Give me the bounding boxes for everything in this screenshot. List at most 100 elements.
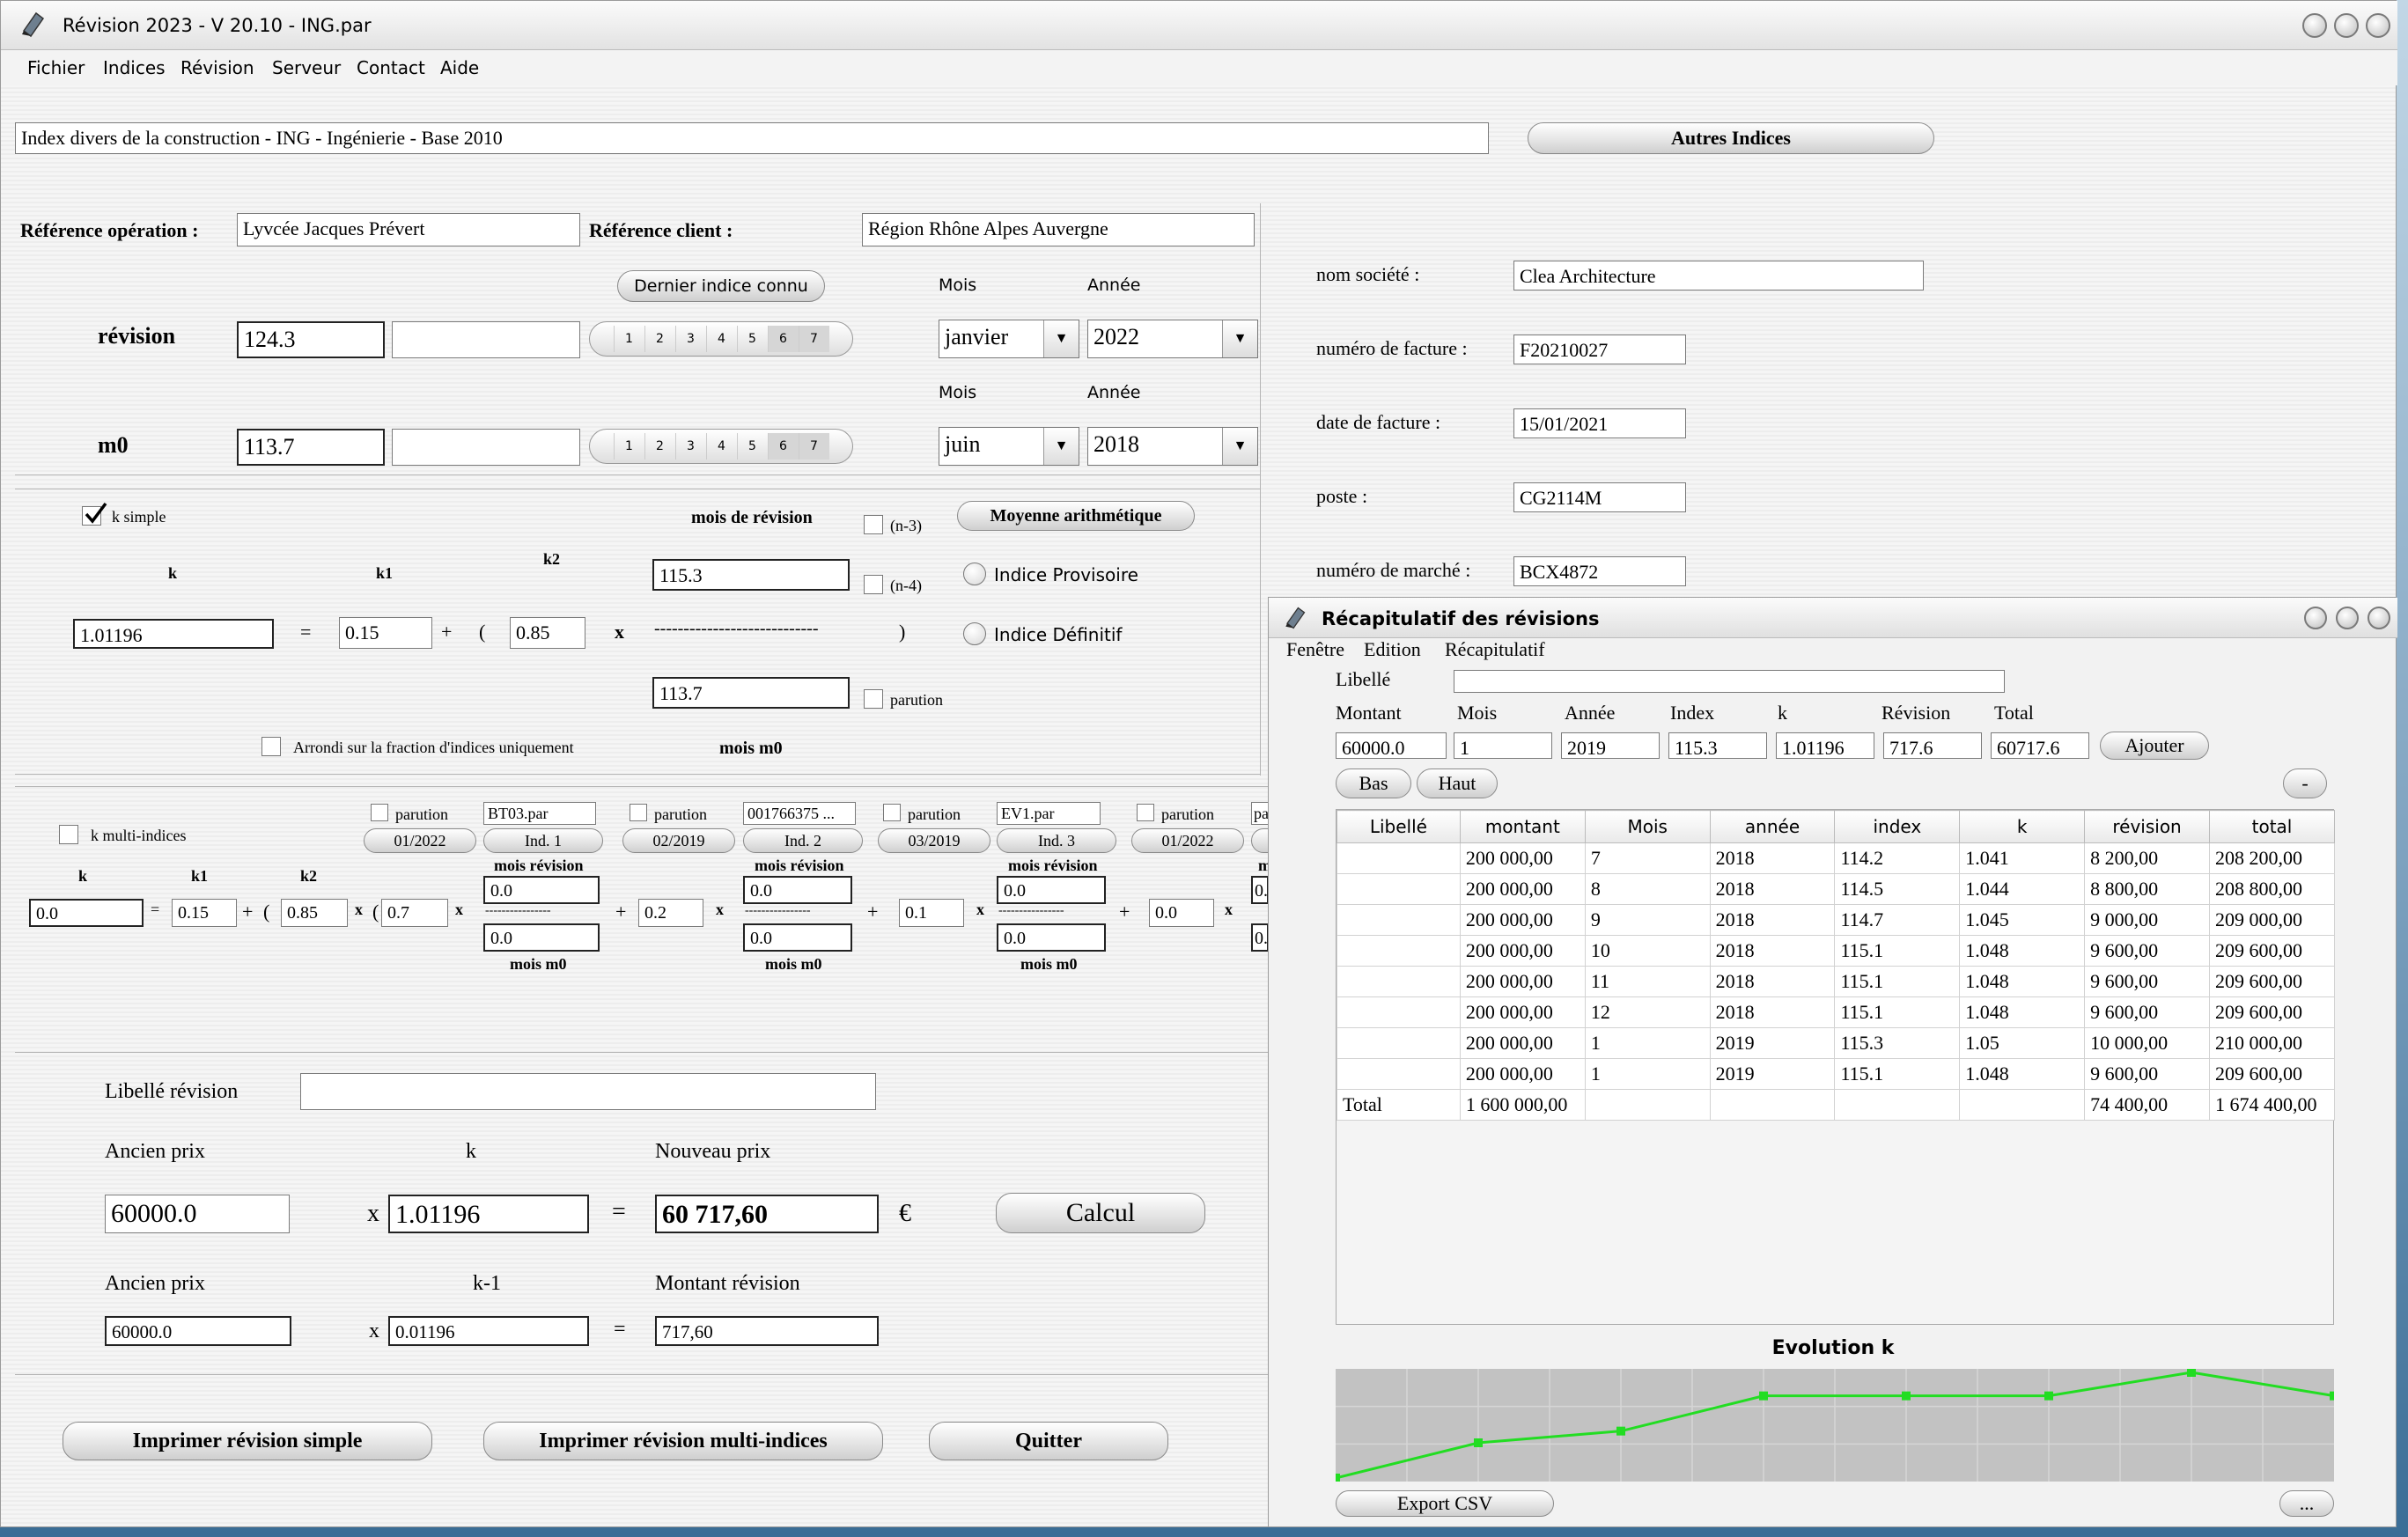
haut-button[interactable]: Haut bbox=[1417, 768, 1498, 798]
k-input[interactable]: 1.01196 bbox=[1776, 732, 1874, 759]
date-facture-input[interactable]: 15/01/2021 bbox=[1513, 408, 1686, 438]
idx-1[interactable]: 1 bbox=[613, 433, 644, 460]
numero-facture-input[interactable]: F20210027 bbox=[1513, 335, 1686, 364]
column-header[interactable]: total bbox=[2209, 810, 2335, 843]
idx-3[interactable]: 3 bbox=[674, 326, 706, 352]
total-input[interactable]: 60717.6 bbox=[1991, 732, 2089, 759]
indice-3-date-button[interactable]: 03/2019 bbox=[878, 828, 990, 853]
maximize-button[interactable] bbox=[2334, 13, 2359, 38]
chevron-down-icon[interactable]: ▼ bbox=[1222, 428, 1257, 465]
nom-societe-input[interactable]: Clea Architecture bbox=[1513, 261, 1924, 290]
table-row[interactable]: 200 000,00 11 2018 115.1 1.048 9 600,00 209 60… bbox=[1337, 966, 2335, 997]
parution-4-checkbox[interactable] bbox=[1137, 804, 1154, 821]
revision-index-input[interactable]: 124.3 bbox=[237, 321, 385, 358]
quit-button[interactable]: Quitter bbox=[929, 1422, 1168, 1460]
idx-4[interactable]: 4 bbox=[705, 326, 737, 352]
montant-revision-input[interactable]: 717,60 bbox=[655, 1316, 879, 1346]
recap-menu-recapitulatif[interactable]: Récapitulatif bbox=[1445, 638, 1545, 661]
ajouter-button[interactable]: Ajouter bbox=[2100, 732, 2209, 760]
more-button[interactable]: ... bbox=[2279, 1490, 2334, 1517]
chevron-down-icon[interactable]: ▼ bbox=[1222, 320, 1257, 357]
indice-4-rev-input[interactable]: 0. bbox=[1251, 876, 1269, 904]
m0-mois-select[interactable]: juin ▼ bbox=[939, 427, 1079, 466]
index-input[interactable]: 115.3 bbox=[1668, 732, 1767, 759]
indice-3-file[interactable]: EV1.par bbox=[997, 802, 1101, 825]
indice-3-rev-input[interactable]: 0.0 bbox=[997, 876, 1106, 904]
indice-1-file[interactable]: BT03.par bbox=[483, 802, 596, 825]
revision-annee-select[interactable]: 2022 ▼ bbox=[1087, 320, 1258, 358]
libelle-revision-input[interactable] bbox=[300, 1073, 876, 1110]
k-result-input[interactable]: 1.01196 bbox=[73, 619, 274, 649]
poste-input[interactable]: CG2114M bbox=[1513, 482, 1686, 512]
indice-2-m0-input[interactable]: 0.0 bbox=[743, 923, 852, 952]
column-header[interactable]: montant bbox=[1459, 810, 1586, 843]
k-input[interactable]: 1.01196 bbox=[388, 1195, 589, 1233]
m0-annee-select[interactable]: 2018 ▼ bbox=[1087, 427, 1258, 466]
ind-3-button[interactable]: Ind. 3 bbox=[997, 828, 1116, 853]
ref-operation-input[interactable]: Lyvcée Jacques Prévert bbox=[237, 213, 580, 246]
idx-4[interactable]: 4 bbox=[705, 433, 737, 460]
bas-button[interactable]: Bas bbox=[1336, 768, 1411, 798]
print-multi-button[interactable]: Imprimer révision multi-indices bbox=[483, 1422, 883, 1460]
idx-7[interactable]: 7 bbox=[798, 433, 829, 460]
minimize-button[interactable] bbox=[2302, 13, 2327, 38]
idx-6[interactable]: 6 bbox=[767, 326, 799, 352]
menu-contact[interactable]: Contact bbox=[357, 57, 425, 78]
k-multi-indices-checkbox[interactable] bbox=[59, 825, 78, 844]
libelle-input[interactable] bbox=[1454, 670, 2005, 693]
indice-4-file[interactable]: pa bbox=[1251, 802, 1269, 825]
menu-revision[interactable]: Révision bbox=[180, 57, 254, 78]
indice-2-file[interactable]: 001766375 ... bbox=[743, 802, 856, 825]
moyenne-arithmetique-button[interactable]: Moyenne arithmétique bbox=[957, 501, 1195, 531]
ind-4-button[interactable] bbox=[1251, 828, 1269, 853]
idx-1[interactable]: 1 bbox=[613, 326, 644, 352]
mois-revision-index-input[interactable]: 115.3 bbox=[652, 559, 850, 591]
k2-input[interactable]: 0.85 bbox=[510, 617, 585, 649]
ancien-prix-input-2[interactable]: 60000.0 bbox=[105, 1316, 291, 1346]
parution-3-checkbox[interactable] bbox=[883, 804, 901, 821]
table-row[interactable]: 200 000,00 12 2018 115.1 1.048 9 600,00 209 60… bbox=[1337, 996, 2335, 1028]
idx-3[interactable]: 3 bbox=[674, 433, 706, 460]
dernier-indice-button[interactable]: Dernier indice connu bbox=[617, 270, 825, 302]
minus-button[interactable]: - bbox=[2283, 768, 2327, 798]
chevron-down-icon[interactable]: ▼ bbox=[1043, 320, 1079, 357]
indice-3-m0-input[interactable]: 0.0 bbox=[997, 923, 1106, 952]
table-row[interactable]: 200 000,00 10 2018 115.1 1.048 9 600,00 209 60… bbox=[1337, 935, 2335, 967]
n3-checkbox[interactable] bbox=[864, 515, 883, 534]
export-csv-button[interactable]: Export CSV bbox=[1336, 1490, 1554, 1517]
revision-input[interactable]: 717.6 bbox=[1883, 732, 1982, 759]
idx-2[interactable]: 2 bbox=[644, 326, 675, 352]
mois-m0-index-input[interactable]: 113.7 bbox=[652, 677, 850, 709]
m0-extra-input[interactable] bbox=[392, 429, 580, 466]
idx-5[interactable]: 5 bbox=[736, 433, 768, 460]
indice-1-coef-input[interactable]: 0.7 bbox=[381, 899, 448, 927]
column-header[interactable]: Libellé bbox=[1337, 810, 1461, 843]
parution-checkbox[interactable] bbox=[864, 689, 883, 709]
menu-fichier[interactable]: Fichier bbox=[27, 57, 85, 78]
table-row[interactable]: 200 000,00 9 2018 114.7 1.045 9 000,00 209 000… bbox=[1337, 904, 2335, 936]
ind-1-button[interactable]: Ind. 1 bbox=[483, 828, 603, 853]
parution-2-checkbox[interactable] bbox=[630, 804, 647, 821]
indice-4-date-button[interactable]: 01/2022 bbox=[1131, 828, 1244, 853]
arrondi-checkbox[interactable] bbox=[261, 737, 281, 756]
indice-1-rev-input[interactable]: 0.0 bbox=[483, 876, 600, 904]
menu-aide[interactable]: Aide bbox=[440, 57, 479, 78]
mois-input[interactable]: 1 bbox=[1454, 732, 1552, 759]
k-1-input[interactable]: 0.01196 bbox=[388, 1316, 589, 1346]
menu-indices[interactable]: Indices bbox=[103, 57, 166, 78]
annee-input[interactable]: 2019 bbox=[1561, 732, 1660, 759]
idx-2[interactable]: 2 bbox=[644, 433, 675, 460]
indice-provisoire-radio[interactable] bbox=[963, 563, 986, 585]
recap-menu-edition[interactable]: Edition bbox=[1364, 638, 1421, 661]
ref-client-input[interactable]: Région Rhône Alpes Auvergne bbox=[862, 213, 1255, 246]
column-header[interactable]: index bbox=[1834, 810, 1961, 843]
table-row[interactable]: 200 000,00 1 2019 115.3 1.05 10 000,00 210 000… bbox=[1337, 1027, 2335, 1059]
table-row[interactable]: 200 000,00 8 2018 114.5 1.044 8 800,00 208 800… bbox=[1337, 873, 2335, 905]
m0-index-selector[interactable]: 1234567 bbox=[589, 429, 853, 464]
montant-input[interactable]: 60000.0 bbox=[1336, 732, 1447, 759]
indice-4-m0-input[interactable]: 0. bbox=[1251, 923, 1269, 952]
table-row[interactable]: 200 000,00 1 2019 115.1 1.048 9 600,00 209 600… bbox=[1337, 1058, 2335, 1090]
revision-extra-input[interactable] bbox=[392, 321, 580, 358]
indice-3-coef-input[interactable]: 0.1 bbox=[899, 899, 964, 927]
indice-2-date-button[interactable]: 02/2019 bbox=[622, 828, 735, 853]
